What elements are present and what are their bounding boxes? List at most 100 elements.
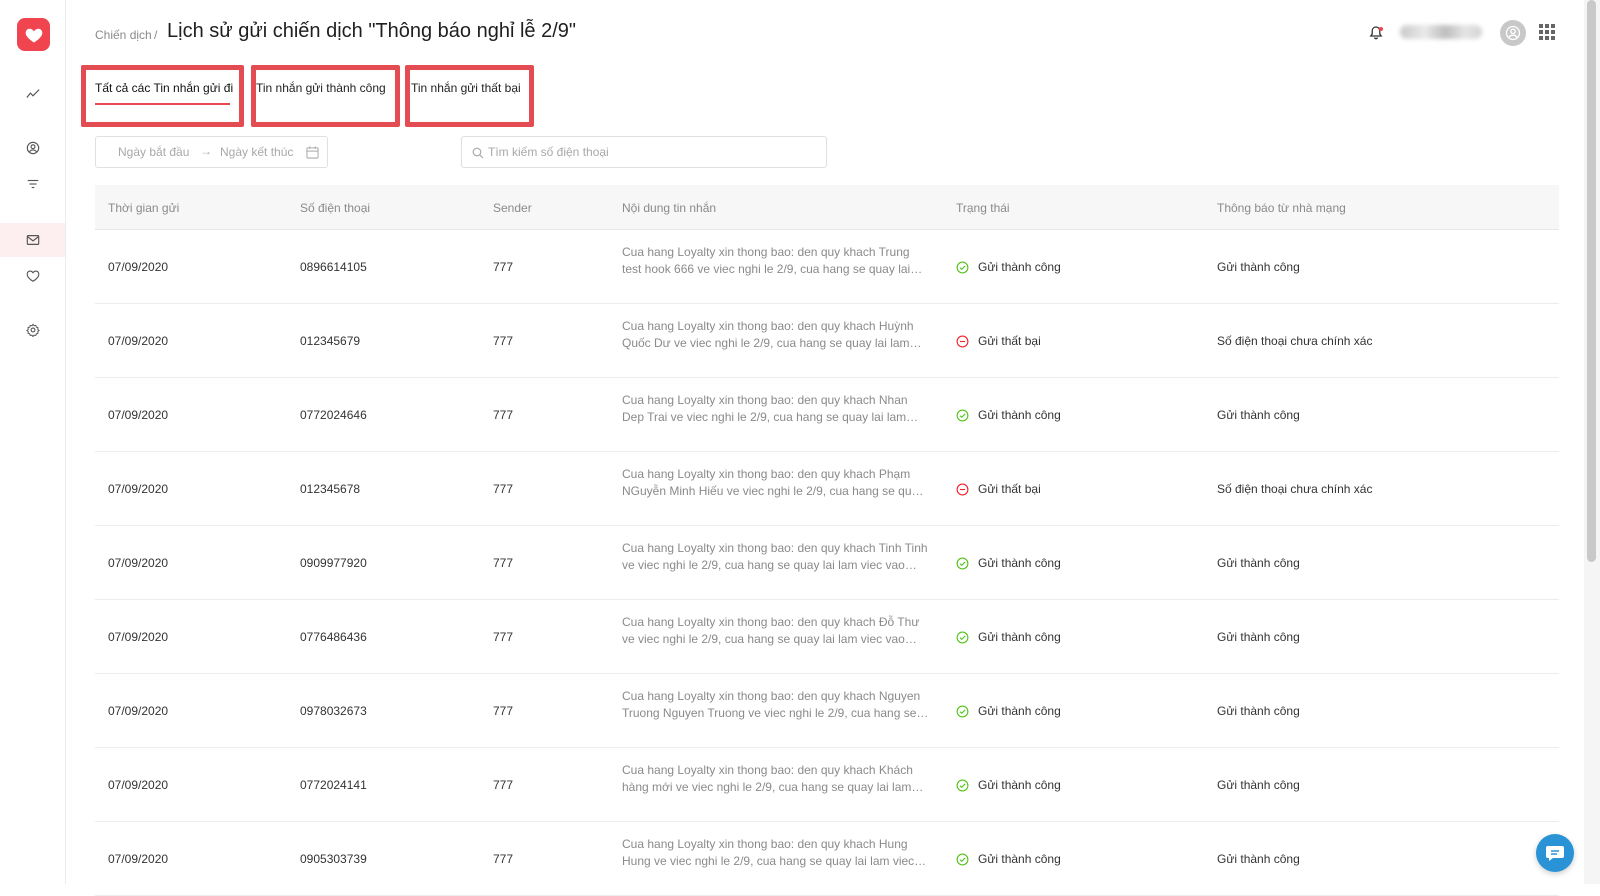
page-scrollbar[interactable]	[1584, 0, 1600, 884]
avatar-icon	[1505, 25, 1521, 41]
cell-time: 07/09/2020	[108, 556, 169, 570]
cell-time: 07/09/2020	[108, 778, 169, 792]
cell-message: Cua hang Loyalty xin thong bao: den quy …	[622, 763, 913, 794]
sidebar	[0, 0, 66, 884]
column-header-sender: Sender	[493, 201, 532, 215]
start-date-input[interactable]: Ngày bắt đầu	[118, 145, 189, 159]
status-text: Gửi thất bại	[978, 482, 1041, 496]
sidebar-item-loyalty[interactable]	[0, 259, 65, 293]
cell-message: Cua hang Loyalty xin thong bao: den quy …	[622, 245, 911, 276]
status-text: Gửi thành công	[978, 260, 1061, 274]
status-text: Gửi thành công	[978, 630, 1061, 644]
chat-support-button[interactable]	[1536, 834, 1574, 872]
success-check-icon	[956, 261, 969, 273]
sidebar-item-campaigns[interactable]	[0, 223, 65, 257]
chart-line-icon	[25, 89, 40, 98]
table-row: 07/09/2020 0772024646 777 Cua hang Loyalty …	[95, 378, 1559, 452]
cell-sender: 777	[493, 334, 514, 348]
end-date-input[interactable]: Ngày kết thúc	[220, 145, 293, 159]
date-range-separator: →	[200, 144, 212, 158]
cell-status: Gửi thất bại	[956, 482, 1041, 496]
column-header-carrier: Thông báo từ nhà mạng	[1217, 201, 1346, 215]
cell-status: Gửi thành công	[956, 408, 1061, 422]
sidebar-item-customers[interactable]	[0, 131, 65, 165]
cell-carrier: Số điện thoại chưa chính xác	[1217, 334, 1373, 348]
cell-message: Cua hang Loyalty xin thong bao: den quy …	[622, 541, 928, 572]
cell-phone: 0909977920	[300, 556, 367, 570]
calendar-icon	[306, 146, 319, 159]
cell-status: Gửi thành công	[956, 704, 1061, 718]
page-title: Lịch sử gửi chiến dịch "Thông báo nghỉ l…	[167, 20, 577, 42]
avatar[interactable]	[1500, 20, 1526, 46]
status-text: Gửi thành công	[978, 778, 1061, 792]
date-range-picker[interactable]: Ngày bắt đầu → Ngày kết thúc	[95, 136, 328, 168]
cell-phone: 0978032673	[300, 704, 367, 718]
column-header-phone: Số điện thoại	[300, 201, 371, 215]
status-text: Gửi thất bại	[978, 334, 1041, 348]
success-check-icon	[956, 409, 969, 421]
phone-search[interactable]	[461, 136, 827, 168]
heart-icon	[26, 270, 39, 282]
message-history-table: Thời gian gửi Số điện thoại Sender Nội d…	[95, 185, 1559, 896]
column-header-status: Trạng thái	[956, 201, 1010, 215]
sidebar-item-filter[interactable]	[0, 167, 65, 201]
success-check-icon	[956, 779, 969, 791]
cell-message: Cua hang Loyalty xin thong bao: den quy …	[622, 467, 925, 498]
breadcrumb-separator: /	[154, 28, 158, 42]
cell-carrier: Gửi thành công	[1217, 778, 1300, 792]
cell-carrier: Gửi thành công	[1217, 408, 1300, 422]
cell-time: 07/09/2020	[108, 408, 169, 422]
cell-phone: 0772024646	[300, 408, 367, 422]
user-circle-icon	[26, 141, 39, 155]
status-text: Gửi thành công	[978, 556, 1061, 570]
cell-sender: 777	[493, 260, 514, 274]
success-check-icon	[956, 631, 969, 643]
cell-phone: 012345679	[300, 334, 361, 348]
sidebar-item-dashboard[interactable]	[0, 77, 65, 111]
cell-time: 07/09/2020	[108, 260, 169, 274]
cell-sender: 777	[493, 852, 514, 866]
cell-time: 07/09/2020	[108, 704, 169, 718]
table-row: 07/09/2020 0905303739 777 Cua hang Loyalty …	[95, 822, 1559, 896]
cell-message: Cua hang Loyalty xin thong bao: den quy …	[622, 393, 908, 424]
cell-sender: 777	[493, 408, 514, 422]
column-header-time: Thời gian gửi	[108, 201, 180, 215]
cell-status: Gửi thành công	[956, 260, 1061, 274]
apps-grid-icon[interactable]	[1539, 24, 1555, 40]
user-name-blurred[interactable]	[1400, 25, 1482, 39]
notification-dot	[1379, 27, 1383, 31]
table-row: 07/09/2020 0896614105 777 Cua hang Loyalty …	[95, 230, 1559, 304]
cell-sender: 777	[493, 704, 514, 718]
cell-phone: 0905303739	[300, 852, 367, 866]
table-row: 07/09/2020 012345678 777 Cua hang Loyalty x…	[95, 452, 1559, 526]
mail-icon	[26, 235, 39, 245]
table-row: 07/09/2020 0909977920 777 Cua hang Loyalty …	[95, 526, 1559, 600]
cell-status: Gửi thành công	[956, 556, 1061, 570]
cell-phone: 012345678	[300, 482, 361, 496]
app-logo[interactable]	[17, 18, 50, 51]
table-row: 07/09/2020 0978032673 777 Cua hang Loyalty …	[95, 674, 1559, 748]
table-body: 07/09/2020 0896614105 777 Cua hang Loyalty …	[95, 230, 1559, 896]
table-row: 07/09/2020 0772024141 777 Cua hang Loyalty …	[95, 748, 1559, 822]
success-check-icon	[956, 557, 969, 569]
cell-carrier: Gửi thành công	[1217, 852, 1300, 866]
cell-sender: 777	[493, 778, 514, 792]
table-header: Thời gian gửi Số điện thoại Sender Nội d…	[95, 185, 1559, 230]
cell-phone: 0776486436	[300, 630, 367, 644]
cell-time: 07/09/2020	[108, 852, 169, 866]
breadcrumb-parent[interactable]: Chiến dịch	[95, 28, 152, 42]
cell-time: 07/09/2020	[108, 334, 169, 348]
table-row: 07/09/2020 0776486436 777 Cua hang Loyalty …	[95, 600, 1559, 674]
highlight-box-tab-success	[251, 65, 400, 127]
success-check-icon	[956, 705, 969, 717]
scrollbar-thumb[interactable]	[1587, 0, 1596, 562]
status-text: Gửi thành công	[978, 408, 1061, 422]
cell-sender: 777	[493, 482, 514, 496]
highlight-box-tab-all	[81, 65, 244, 127]
status-text: Gửi thành công	[978, 704, 1061, 718]
cell-carrier: Gửi thành công	[1217, 260, 1300, 274]
highlight-box-tab-failed	[405, 65, 534, 127]
sidebar-item-settings[interactable]	[0, 313, 65, 347]
heart-logo-icon	[25, 28, 42, 42]
search-input[interactable]	[488, 143, 808, 161]
